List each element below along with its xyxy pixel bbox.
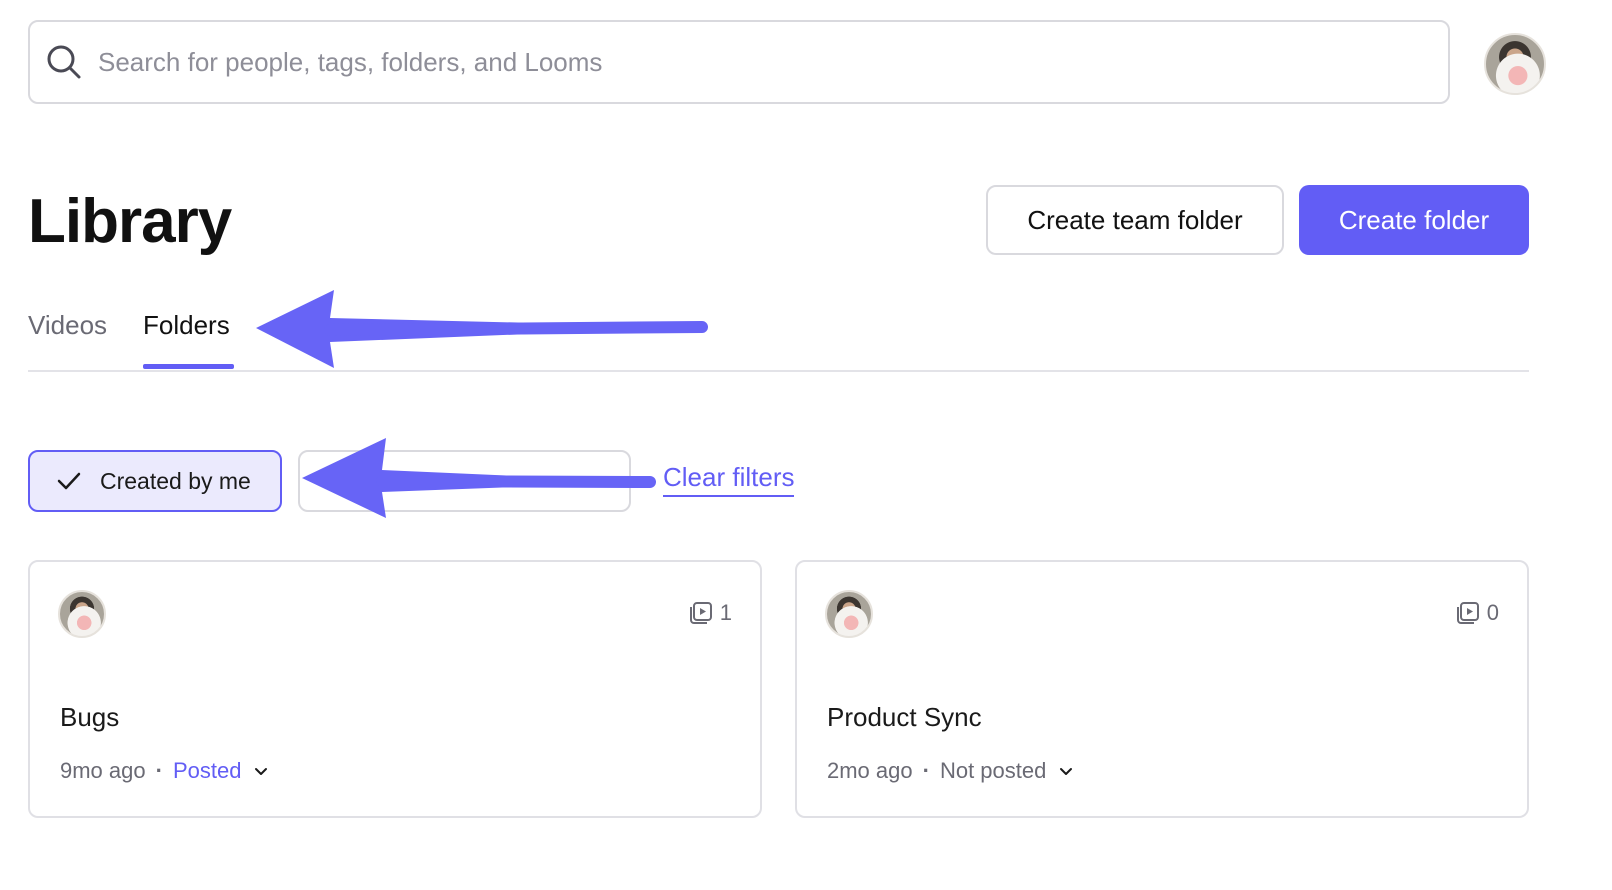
create-folder-button[interactable]: Create folder — [1299, 185, 1529, 255]
check-icon — [57, 472, 81, 490]
tab-folders[interactable]: Folders — [143, 310, 230, 341]
clear-filters-link[interactable]: Clear filters — [663, 462, 795, 497]
folder-name[interactable]: Bugs — [60, 702, 119, 733]
library-tabs: Videos Folders — [28, 306, 1529, 372]
video-count-value: 1 — [719, 600, 732, 625]
chevron-down-icon — [1060, 768, 1073, 775]
chevron-down-icon — [255, 768, 268, 775]
filter-chip-created-by-me[interactable]: Created by me — [28, 450, 282, 512]
video-count-value: 0 — [1486, 600, 1499, 625]
video-count: 1 — [688, 600, 732, 626]
folder-meta: 2mo ago · Not posted — [827, 758, 1074, 784]
search-bar[interactable] — [28, 20, 1450, 104]
folder-status-label: Posted — [172, 758, 242, 783]
filter-chip-workspace[interactable] — [298, 450, 631, 512]
create-team-folder-button[interactable]: Create team folder — [986, 185, 1284, 255]
search-icon — [47, 45, 81, 79]
video-stack-icon — [689, 602, 712, 624]
folder-status-label: Not posted — [939, 758, 1047, 783]
video-stack-icon — [1456, 602, 1479, 624]
folder-card[interactable]: 0 Product Sync 2mo ago · Not posted — [795, 560, 1529, 818]
separator-dot: · — [922, 758, 930, 783]
separator-dot: · — [155, 758, 163, 783]
user-avatar[interactable] — [1484, 33, 1546, 95]
tab-videos[interactable]: Videos — [28, 310, 107, 341]
filter-chip-label: Created by me — [100, 467, 251, 494]
folder-meta: 9mo ago · Posted — [60, 758, 269, 784]
active-tab-indicator — [143, 364, 234, 369]
folder-age: 9mo ago — [60, 758, 146, 783]
owner-avatar — [825, 590, 873, 638]
folder-status-dropdown[interactable]: Posted — [173, 758, 270, 784]
folder-name[interactable]: Product Sync — [827, 702, 982, 733]
folder-card[interactable]: 1 Bugs 9mo ago · Posted — [28, 560, 762, 818]
page-title: Library — [28, 187, 232, 256]
search-input[interactable] — [98, 37, 1398, 87]
folder-age: 2mo ago — [827, 758, 913, 783]
folder-status-dropdown[interactable]: Not posted — [940, 758, 1074, 784]
video-count: 0 — [1455, 600, 1499, 626]
owner-avatar — [58, 590, 106, 638]
